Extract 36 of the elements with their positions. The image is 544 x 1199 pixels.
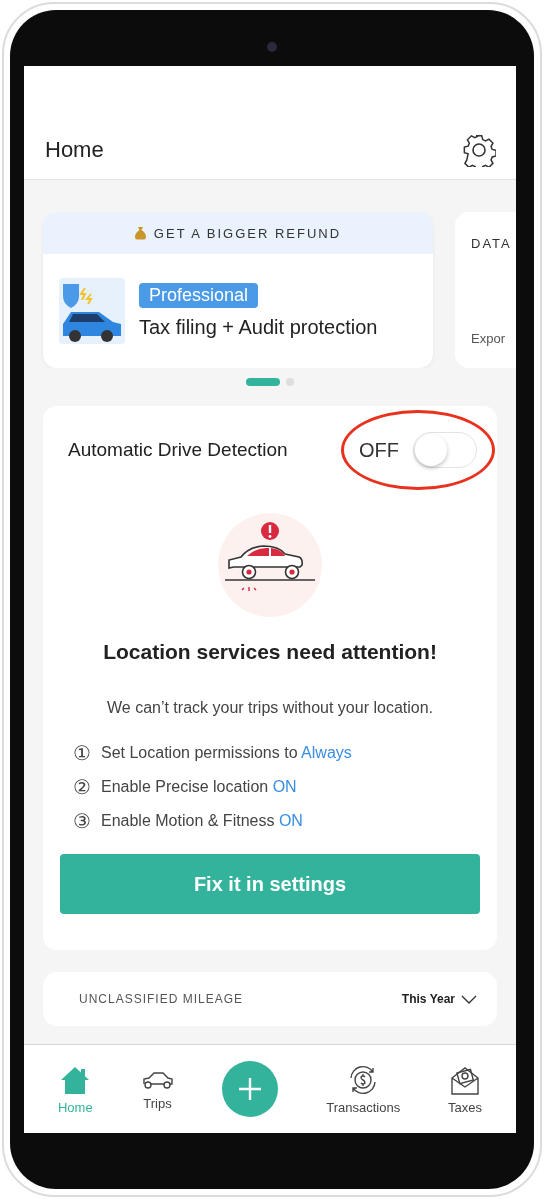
- chevron-down-icon: [461, 994, 477, 1004]
- tab-item[interactable]: Trips: [140, 1067, 175, 1111]
- tab-label: Trips: [143, 1095, 172, 1111]
- step-number: ②: [73, 776, 91, 798]
- drive-detection-toggle[interactable]: [413, 432, 477, 468]
- tab-item[interactable]: Transactions: [326, 1063, 401, 1115]
- camera-icon: [267, 42, 277, 52]
- period-dropdown[interactable]: This Year: [401, 992, 477, 1006]
- professional-badge: Professional: [139, 283, 259, 308]
- promo-card[interactable]: GET A BIGGER REFUND Professional Tax filing + Audit protection: [43, 212, 433, 368]
- attention-heading: Location services need attention!: [102, 640, 438, 664]
- money-bag-icon: [134, 226, 146, 240]
- step-text: Set Location permissions to Always: [101, 744, 352, 762]
- car-warning-icon: [217, 512, 323, 618]
- promo-text: Tax filing + Audit protection: [139, 316, 378, 339]
- step-text: Enable Motion & Fitness ON: [101, 812, 303, 830]
- mileage-title: UNCLASSIFIED MILEAGE: [79, 992, 244, 1006]
- settings-icon[interactable]: [462, 132, 496, 167]
- attention-message: We can’t track your trips without your location.: [105, 698, 435, 718]
- car-shield-icon: [59, 278, 125, 344]
- step-text: Enable Precise location ON: [101, 778, 297, 796]
- tab-item[interactable]: Taxes: [448, 1063, 483, 1115]
- step-number: ①: [73, 742, 91, 764]
- tab-label: Transactions: [326, 1099, 401, 1115]
- tab-label: Home: [57, 1099, 93, 1115]
- carousel-dot[interactable]: [286, 378, 294, 386]
- step-number: ③: [73, 810, 91, 832]
- toggle-label: OFF: [359, 438, 399, 462]
- plus-icon: [237, 1076, 264, 1102]
- promo-banner-text: GET A BIGGER REFUND: [153, 225, 342, 241]
- promo-card-text: Expor: [471, 331, 506, 346]
- promo-card-title: DATA: [471, 236, 513, 251]
- tab-label: Taxes: [448, 1099, 483, 1115]
- card-title: Automatic Drive Detection: [68, 439, 288, 461]
- page-title: Home: [45, 136, 104, 163]
- promo-card[interactable]: DATA Expor: [455, 212, 516, 368]
